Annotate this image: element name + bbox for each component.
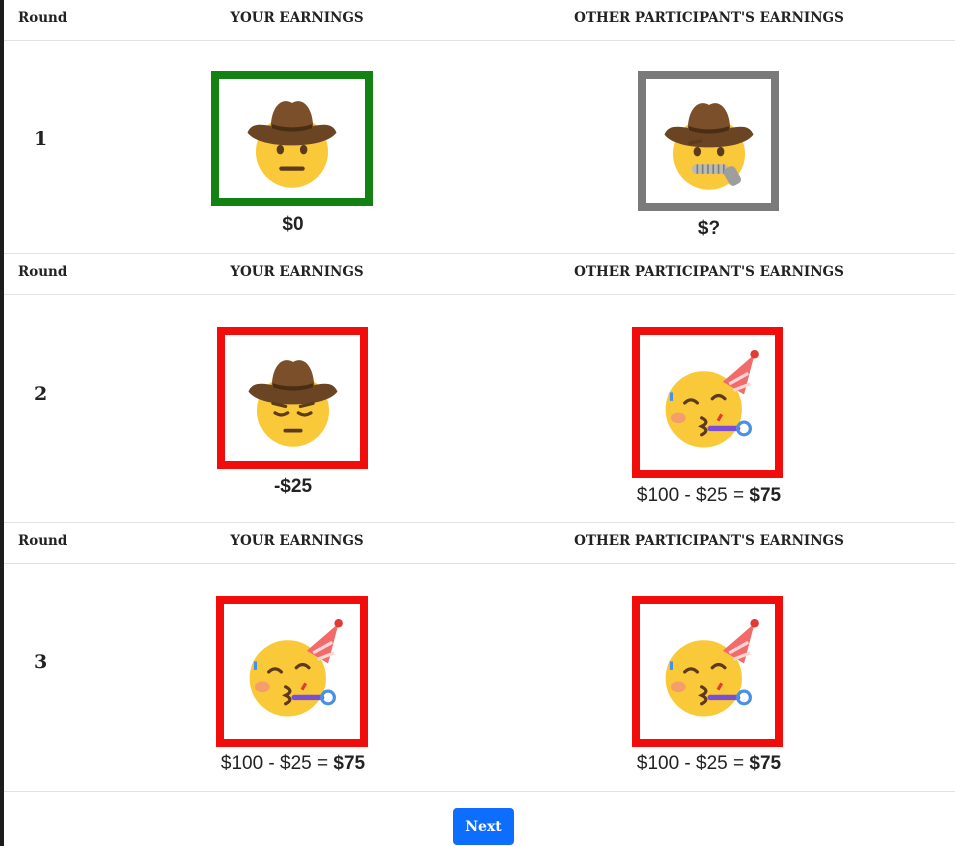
divider (4, 791, 955, 792)
your-earnings-amount: $0 (282, 214, 304, 235)
round-number: 1 (34, 128, 48, 150)
other-result-box (632, 596, 783, 747)
round-header-label: Round (18, 264, 68, 280)
other-earnings-amount: $100 - $25 = $75 (636, 753, 782, 774)
round-number: 2 (34, 383, 48, 405)
round-3-header: Round YOUR EARNINGS OTHER PARTICIPANT'S … (4, 523, 955, 564)
your-earnings-header: YOUR EARNINGS (230, 533, 364, 549)
round-2-header: Round YOUR EARNINGS OTHER PARTICIPANT'S … (4, 254, 955, 295)
left-border (0, 0, 4, 846)
your-earnings-amount: $100 - $25 = $75 (220, 753, 366, 774)
partying-face-icon (665, 618, 759, 717)
your-earnings-header: YOUR EARNINGS (230, 10, 364, 26)
other-earnings-header: OTHER PARTICIPANT'S EARNINGS (574, 10, 844, 26)
your-earnings-header: YOUR EARNINGS (230, 264, 364, 280)
round-header-label: Round (18, 533, 68, 549)
round-number: 3 (34, 651, 48, 673)
your-earnings-amount: -$25 (273, 476, 313, 497)
round-header-label: Round (18, 10, 68, 26)
other-earnings-header: OTHER PARTICIPANT'S EARNINGS (574, 533, 844, 549)
round-1-header: Round YOUR EARNINGS OTHER PARTICIPANT'S … (4, 0, 955, 41)
other-earnings-amount: $100 - $25 = $75 (636, 485, 782, 506)
your-result-box (211, 71, 373, 206)
other-earnings-header: OTHER PARTICIPANT'S EARNINGS (574, 264, 844, 280)
your-result-box (216, 596, 368, 747)
cowboy-zipper-mouth-face-icon (663, 103, 754, 190)
other-result-box (632, 327, 783, 478)
other-earnings-amount: $? (697, 218, 721, 239)
results-page: Round YOUR EARNINGS OTHER PARTICIPANT'S … (0, 0, 955, 846)
partying-face-icon (249, 618, 343, 717)
cowboy-pensive-face-icon (247, 360, 338, 447)
partying-face-icon (665, 349, 759, 448)
next-button[interactable]: Next (453, 808, 514, 845)
cowboy-neutral-face-icon (247, 100, 337, 188)
your-result-box (217, 327, 368, 469)
other-result-box (638, 71, 779, 211)
